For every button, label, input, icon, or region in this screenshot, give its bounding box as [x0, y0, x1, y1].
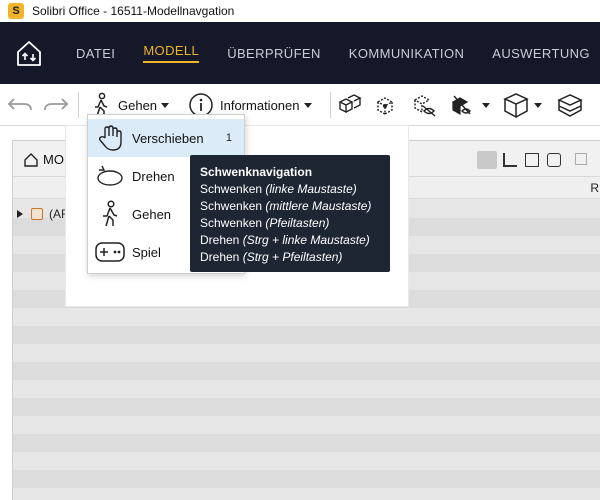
tooltip-title: Schwenknavigation [200, 165, 313, 179]
menu-modell[interactable]: MODELL [129, 22, 213, 84]
menu-ueberpruefen[interactable]: ÜBERPRÜFEN [213, 22, 335, 84]
cube-hide-icon[interactable] [410, 90, 438, 120]
cube-visibility-icon[interactable] [448, 90, 490, 120]
solibri-logo-icon: S [8, 3, 24, 19]
cube-select-icon[interactable] [372, 90, 398, 120]
chevron-down-icon [161, 102, 170, 108]
stack-icon[interactable] [525, 153, 539, 167]
home-icon[interactable] [14, 38, 44, 68]
layers-small-icon[interactable] [547, 153, 561, 167]
title-bar: S Solibri Office - 16511-Modellnavgation [0, 0, 600, 22]
gamepad-icon [94, 238, 126, 266]
toolbar-separator [78, 92, 79, 118]
tooltip-line: Drehen (Strg + Pfeiltasten) [200, 250, 343, 264]
chevron-down-icon [482, 102, 490, 108]
rotate-icon [94, 162, 126, 190]
navigation-tooltip: Schwenknavigation Schwenken (linke Maust… [190, 155, 390, 272]
walk-icon [94, 200, 126, 228]
cubes-icon[interactable] [336, 90, 362, 120]
information-label: Informationen [220, 97, 300, 113]
hierarchy-icon[interactable] [503, 153, 517, 167]
column-r-label: R [590, 181, 599, 195]
menu-auswertung[interactable]: AUSWERTUNG [478, 22, 600, 84]
expand-arrow-icon[interactable] [17, 210, 23, 218]
menu-datei[interactable]: DATEI [62, 22, 129, 84]
lock-icon[interactable] [575, 153, 587, 165]
menu-kommunikation[interactable]: KOMMUNIKATION [335, 22, 478, 84]
tooltip-line: Schwenken (mittlere Maustaste) [200, 199, 372, 213]
layers-icon[interactable] [556, 90, 584, 120]
arc-model-icon [31, 208, 43, 220]
main-menu: DATEI MODELL ÜBERPRÜFEN KOMMUNIKATION AU… [0, 22, 600, 84]
chevron-down-icon [303, 102, 312, 108]
window-title: Solibri Office - 16511-Modellnavgation [32, 4, 235, 18]
redo-icon[interactable] [42, 90, 70, 120]
hand-icon [94, 124, 126, 152]
tooltip-line: Drehen (Strg + linke Maustaste) [200, 233, 370, 247]
chevron-down-icon [534, 102, 542, 108]
toolbar-separator [330, 92, 331, 118]
tree-view-button[interactable] [477, 151, 497, 169]
model-home-icon [24, 153, 38, 167]
dropdown-item-verschieben[interactable]: Verschieben 1 [88, 119, 244, 157]
navigation-mode-label: Gehen [118, 97, 158, 113]
tooltip-line: Schwenken (linke Maustaste) [200, 182, 357, 196]
tooltip-line: Schwenken (Pfeiltasten) [200, 216, 330, 230]
cube-3d-icon[interactable] [502, 90, 542, 120]
undo-icon[interactable] [6, 90, 34, 120]
shortcut-key: 1 [225, 132, 232, 144]
